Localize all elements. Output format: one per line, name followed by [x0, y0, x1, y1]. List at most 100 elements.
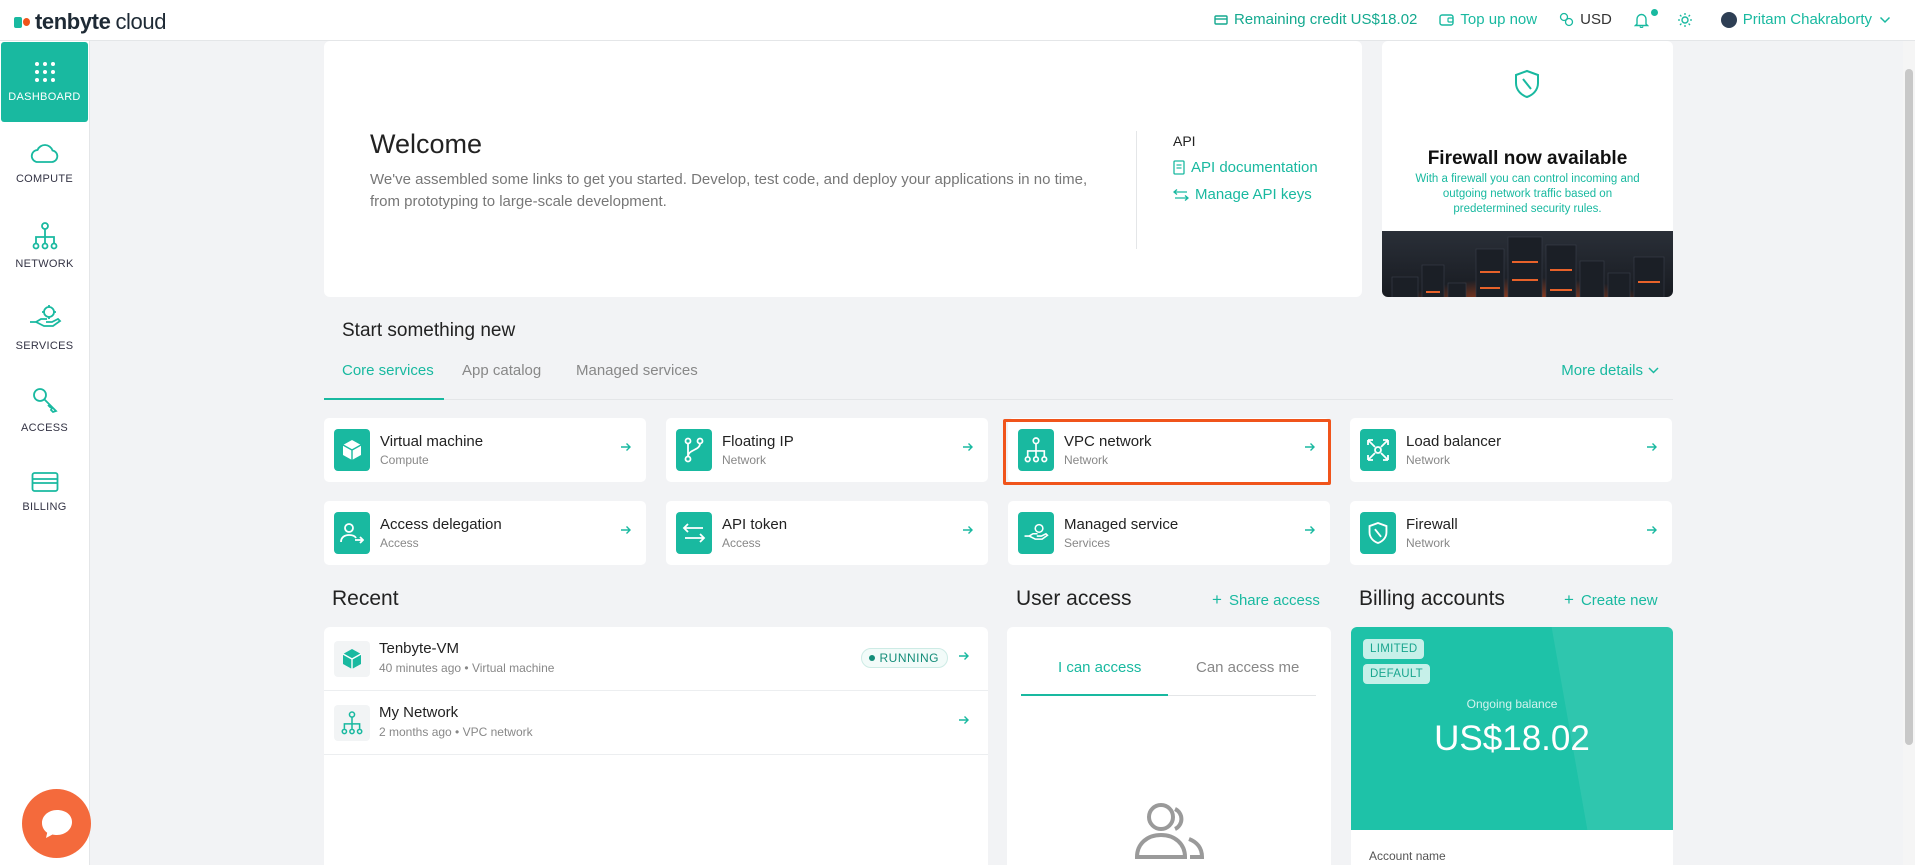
start-something-new-title: Start something new [342, 320, 516, 341]
bell-icon [1633, 13, 1649, 28]
swap-arrows-icon [1173, 188, 1189, 201]
document-icon [1173, 160, 1185, 175]
shield-icon [1360, 512, 1396, 554]
api-documentation-label: API documentation [1191, 159, 1318, 176]
sidebar-item-access[interactable]: ACCESS [1, 370, 88, 450]
logo[interactable]: tenbyte cloud [14, 9, 166, 35]
tab-managed-services[interactable]: Managed services [576, 362, 698, 379]
tile-vpc-network[interactable]: VPC network Network [1008, 418, 1330, 482]
network-icon [1018, 429, 1054, 471]
sidebar: DASHBOARD COMPUTE NETWORK SERVICES ACCES… [0, 41, 90, 865]
notifications-button[interactable] [1633, 8, 1658, 28]
theme-toggle[interactable] [1677, 12, 1699, 28]
firewall-promo[interactable]: Firewall now available With a firewall y… [1382, 41, 1673, 297]
welcome-title: Welcome [370, 129, 483, 159]
create-new-button[interactable]: + Create new [1564, 590, 1658, 610]
billing-accounts-title: Billing accounts [1359, 587, 1505, 610]
arrow-right-icon [621, 526, 631, 534]
remaining-credit[interactable]: Remaining credit US$18.02 [1214, 11, 1417, 28]
more-details-button[interactable]: More details [1561, 362, 1659, 379]
sidebar-item-dashboard[interactable]: DASHBOARD [1, 42, 88, 122]
recent-item-name: My Network [379, 704, 459, 721]
network-icon [32, 222, 57, 250]
sidebar-item-services[interactable]: SERVICES [1, 288, 88, 368]
recent-item-meta: 40 minutes ago • Virtual machine [379, 661, 555, 675]
chat-button[interactable] [22, 789, 91, 858]
cloud-icon [30, 144, 58, 163]
recent-item[interactable]: My Network 2 months ago • VPC network [324, 691, 988, 755]
sidebar-item-network[interactable]: NETWORK [1, 206, 88, 286]
tab-i-can-access[interactable]: I can access [1058, 659, 1141, 676]
tile-floating-ip[interactable]: Floating IP Network [666, 418, 988, 482]
tile-category: Services [1064, 536, 1111, 550]
currency-label: USD [1580, 11, 1612, 28]
share-access-button[interactable]: + Share access [1212, 590, 1320, 610]
users-empty-icon [1134, 803, 1205, 859]
expand-arrows-icon [1360, 429, 1396, 471]
logo-text-light: cloud [115, 9, 167, 34]
api-title: API [1173, 133, 1196, 149]
tile-firewall[interactable]: Firewall Network [1350, 501, 1672, 565]
recent-item-time: 2 months ago [379, 725, 452, 739]
arrow-right-icon [959, 716, 969, 724]
arrow-right-icon [963, 526, 973, 534]
balance-amount: US$18.02 [1434, 719, 1590, 758]
recent-item-time: 40 minutes ago [379, 661, 462, 675]
sidebar-item-label: COMPUTE [15, 173, 74, 185]
arrow-right-icon [959, 652, 969, 660]
top-up-button[interactable]: Top up now [1439, 11, 1537, 28]
tile-name: Virtual machine [380, 433, 484, 450]
recent-item-type: VPC network [462, 725, 533, 739]
tile-load-balancer[interactable]: Load balancer Network [1350, 418, 1672, 482]
tile-virtual-machine[interactable]: Virtual machine Compute [324, 418, 646, 482]
swap-arrows-icon [676, 512, 712, 554]
sidebar-item-label: NETWORK [15, 258, 74, 270]
sidebar-item-billing[interactable]: BILLING [1, 452, 88, 532]
sidebar-item-compute[interactable]: COMPUTE [1, 124, 88, 204]
account-name-label: Account name [1369, 849, 1446, 863]
api-links: API API documentation Manage API keys [1136, 131, 1318, 249]
tab-core-services[interactable]: Core services [342, 362, 434, 379]
tile-category: Network [1406, 536, 1451, 550]
manage-api-keys-label: Manage API keys [1195, 186, 1312, 203]
grid-icon [34, 62, 55, 82]
tile-name: Managed service [1064, 516, 1179, 533]
tab-can-access-me[interactable]: Can access me [1196, 659, 1299, 676]
wallet-icon [1214, 14, 1228, 25]
user-access-title: User access [1016, 587, 1132, 610]
server-illustration [1382, 231, 1673, 297]
sidebar-item-label: BILLING [22, 501, 67, 513]
currency-selector[interactable]: USD [1559, 11, 1612, 28]
user-menu[interactable]: Pritam Chakraborty [1720, 11, 1891, 28]
arrow-right-icon [963, 443, 973, 451]
tile-access-delegation[interactable]: Access delegation Access [324, 501, 646, 565]
tile-api-token[interactable]: API token Access [666, 501, 988, 565]
api-documentation-link[interactable]: API documentation [1173, 159, 1318, 176]
tile-name: Floating IP [722, 433, 794, 450]
tab-app-catalog[interactable]: App catalog [462, 362, 541, 379]
user-name: Pritam Chakraborty [1742, 11, 1872, 28]
tile-category: Compute [380, 453, 429, 467]
scrollbar-thumb[interactable] [1905, 69, 1913, 745]
top-bar: tenbyte cloud Remaining credit US$18.02 … [0, 0, 1915, 41]
arrow-right-icon [621, 443, 631, 451]
limited-badge: LIMITED [1363, 639, 1425, 659]
arrow-right-icon [1305, 443, 1315, 451]
top-up-label: Top up now [1460, 11, 1538, 28]
billing-account-card[interactable]: LIMITED DEFAULT Ongoing balance US$18.02… [1351, 627, 1673, 865]
promo-description: With a firewall you can control incoming… [1415, 173, 1640, 215]
cube-icon [334, 429, 370, 471]
recent-item[interactable]: Tenbyte-VM 40 minutes ago • Virtual mach… [324, 627, 988, 691]
tile-managed-service[interactable]: Managed service Services [1008, 501, 1330, 565]
page-scrollbar[interactable] [1903, 41, 1915, 865]
key-icon [32, 388, 58, 414]
chevron-down-icon [1879, 16, 1891, 23]
recent-item-meta: 2 months ago • VPC network [379, 725, 533, 739]
chat-bubble-icon [41, 809, 72, 838]
wallet-topup-icon [1439, 13, 1455, 26]
cube-icon [334, 641, 370, 677]
ongoing-balance-label: Ongoing balance [1466, 697, 1558, 711]
manage-api-keys-link[interactable]: Manage API keys [1173, 186, 1318, 203]
active-tab-indicator [1021, 694, 1168, 696]
tile-category: Access [722, 536, 761, 550]
